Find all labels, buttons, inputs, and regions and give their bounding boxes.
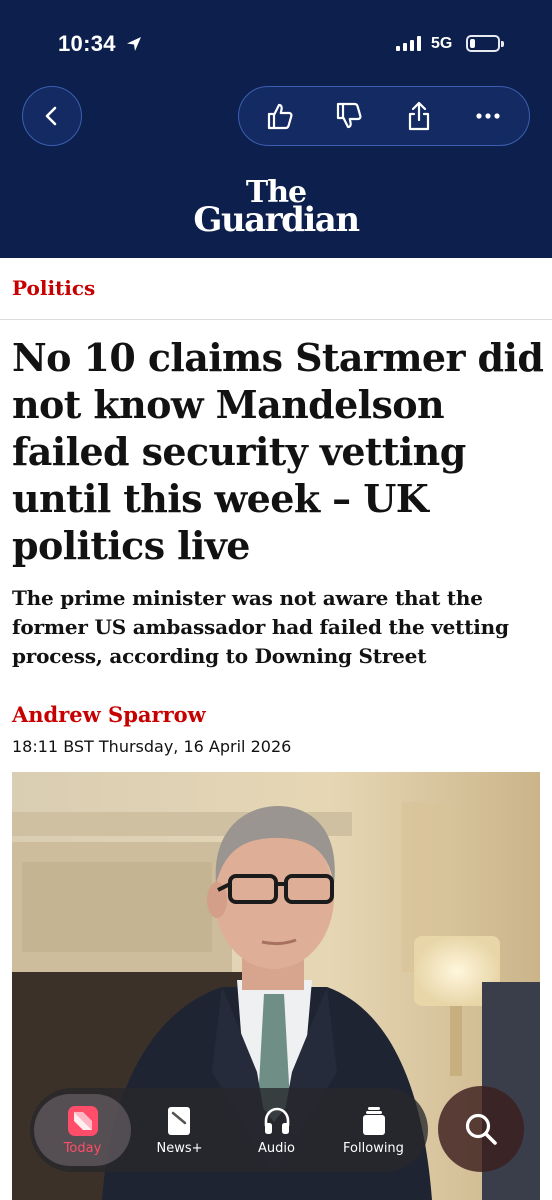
chevron-left-icon [45,106,57,126]
cellular-signal-icon [396,36,421,51]
publish-date: 18:11 BST Thursday, 16 April 2026 [12,737,292,756]
tab-today-label: Today [63,1140,102,1156]
network-type: 5G [431,35,453,52]
article-standfirst: The prime minister was not aware that th… [12,586,509,668]
tab-audio[interactable]: Audio [228,1094,325,1166]
app-header: 10:34 5G The Guardian [0,0,552,258]
status-time: 10:34 [58,31,116,56]
section-label[interactable]: Politics [12,276,95,300]
location-arrow-icon [127,37,141,51]
divider [0,319,552,320]
search-icon [465,1113,497,1145]
tab-news-plus[interactable]: News+ [131,1094,228,1166]
share-button[interactable] [395,92,443,140]
search-button[interactable] [438,1086,524,1172]
tab-following-label: Following [343,1140,404,1156]
battery-icon [466,35,504,52]
more-button[interactable] [464,92,512,140]
article-headline: No 10 claims Starmer did not know Mandel… [12,335,544,568]
thumbs-down-icon [337,102,362,129]
tab-audio-label: Audio [258,1140,295,1156]
back-button[interactable] [22,86,82,146]
tab-following[interactable]: Following [325,1094,422,1166]
headphones-icon [264,1107,289,1134]
masthead-guardian: Guardian [193,200,360,240]
tab-today[interactable]: Today [34,1094,131,1166]
tab-bar: Today News+ Audio Following [30,1088,428,1172]
tab-news-plus-label: News+ [156,1140,203,1156]
thumbs-up-icon [267,103,293,130]
author-link[interactable]: Andrew Sparrow [12,702,206,727]
following-icon [362,1106,385,1135]
news-logo-icon [67,1105,98,1136]
status-bar: 10:34 5G [0,0,552,70]
article-actions [238,86,530,146]
news-plus-icon [167,1106,190,1135]
dislike-button[interactable] [325,92,373,140]
more-icon [476,113,500,119]
share-icon [408,101,429,131]
like-button[interactable] [256,92,304,140]
